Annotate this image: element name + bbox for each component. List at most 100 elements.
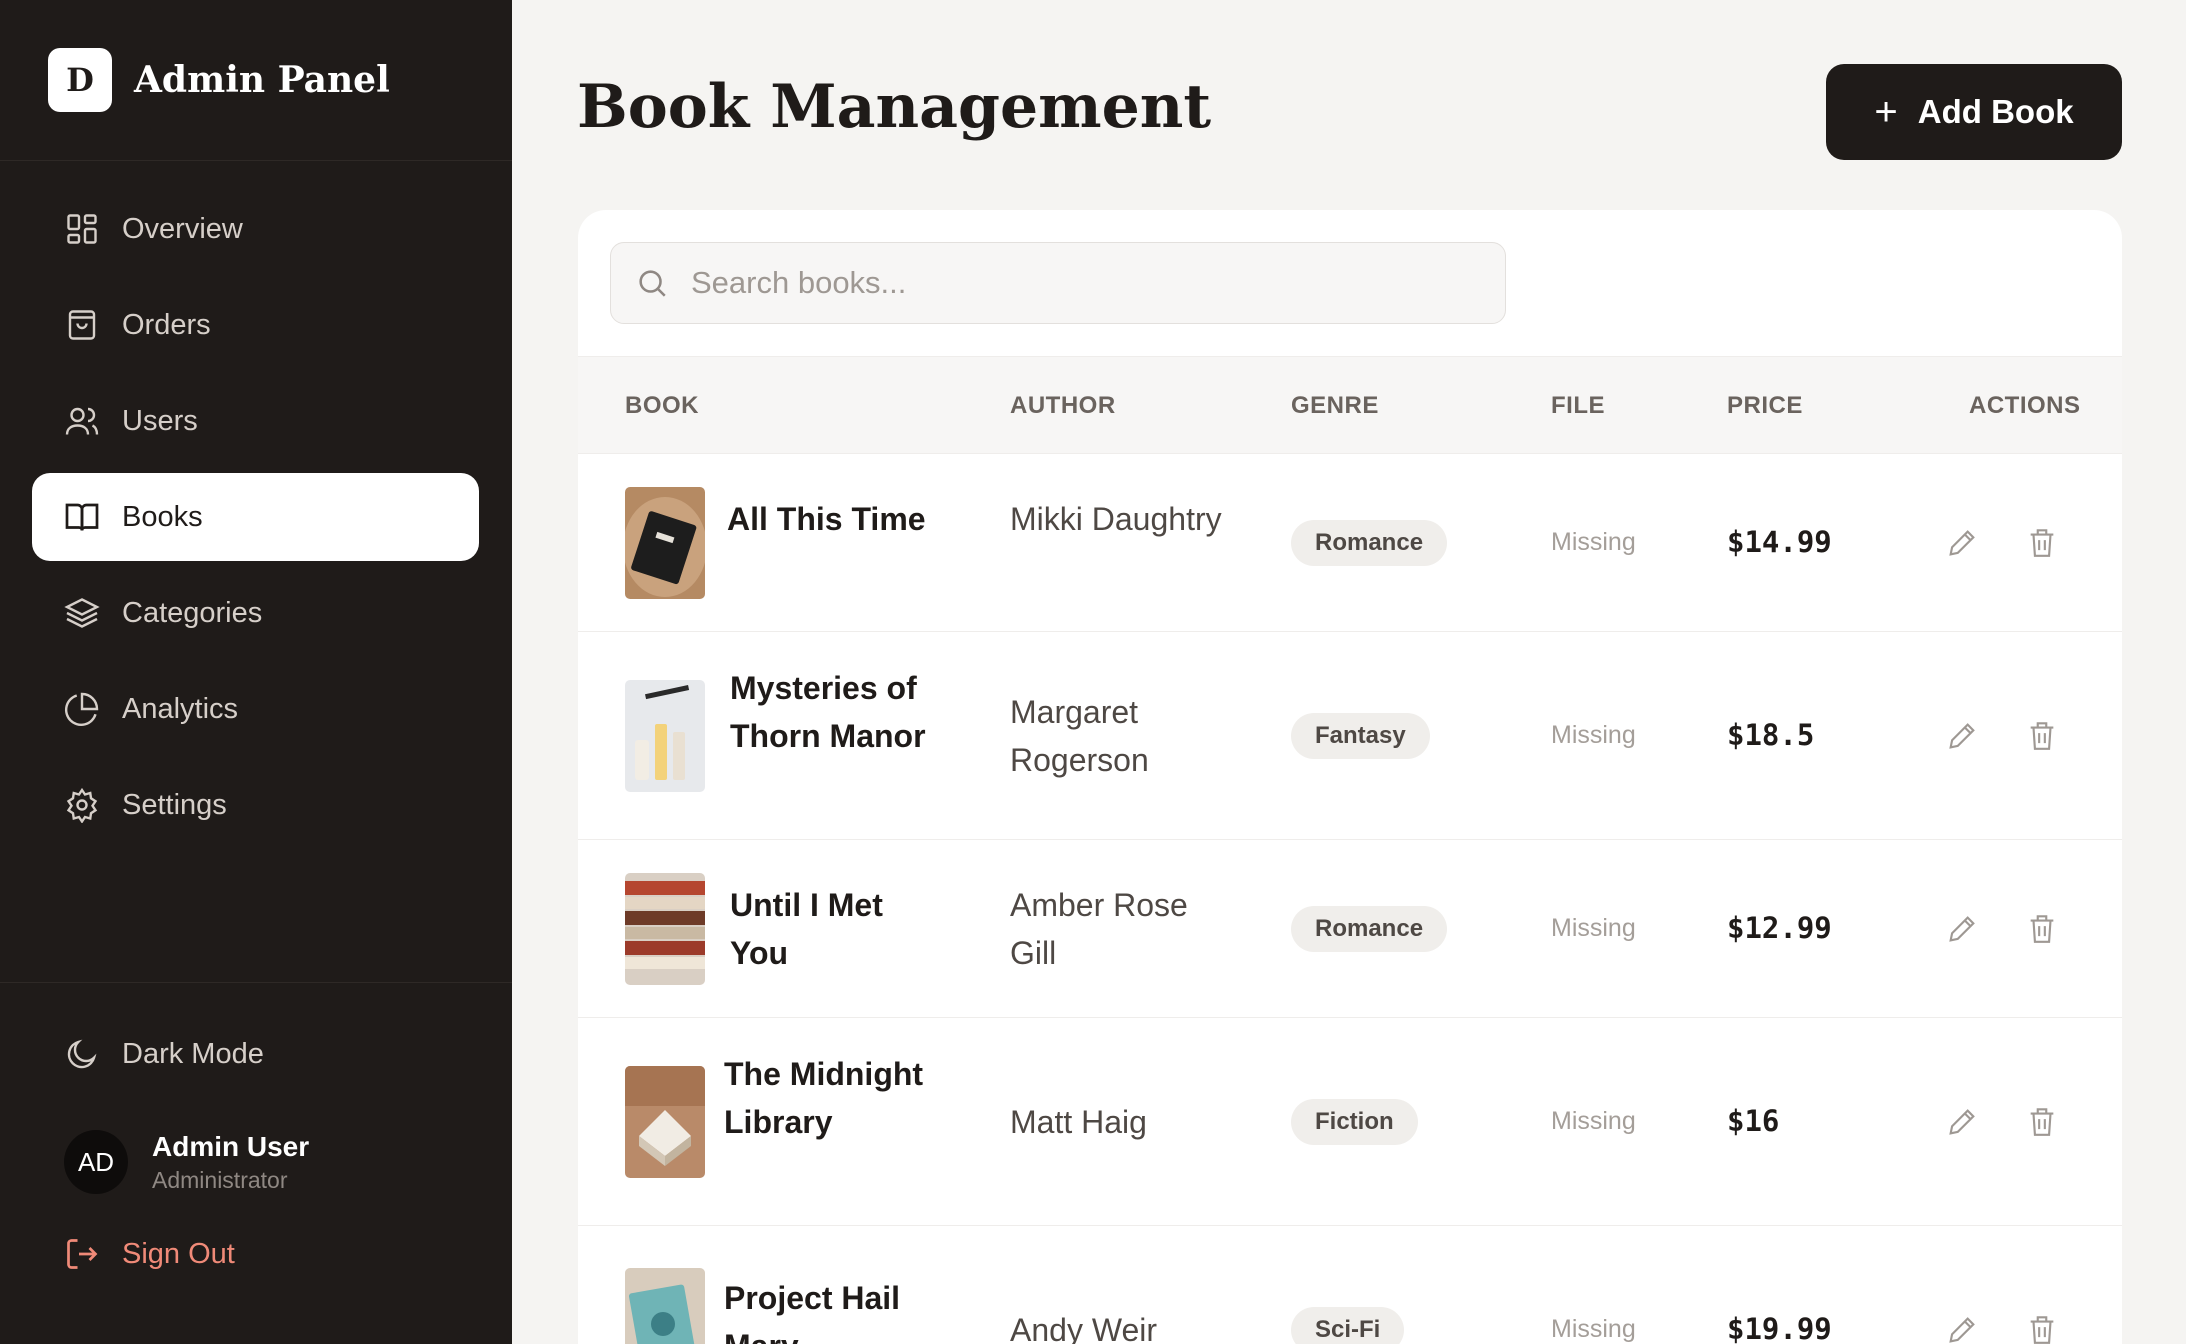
add-book-button[interactable]: + Add Book [1826,64,2122,160]
sidebar-item-books[interactable]: Books [32,473,479,561]
book-cover [625,873,705,985]
book-author: Andy Weir [1010,1312,1158,1344]
book-title: Project Hail Mary [724,1280,901,1344]
delete-button[interactable] [2024,911,2060,947]
user-name: Admin User [152,1130,310,1162]
book-author: Margaret Rogerson [1010,694,1149,778]
file-status: Missing [1551,1107,1636,1135]
edit-button[interactable] [1944,911,1980,947]
trash-icon [2030,1108,2054,1136]
edit-button[interactable] [1944,1104,1980,1140]
file-status: Missing [1551,1315,1636,1343]
search-box[interactable] [610,242,1506,324]
trash-icon [2030,529,2054,557]
sidebar-item-analytics[interactable]: Analytics [32,665,479,753]
sidebar-item-users[interactable]: Users [32,377,479,465]
column-header-author[interactable]: AUTHOR [1010,357,1116,455]
users-icon [64,403,100,439]
sidebar-item-label: Analytics [122,692,239,725]
sign-out-button[interactable]: Sign Out [64,1236,235,1272]
sidebar-divider [0,982,512,983]
genre-badge: Fiction [1291,1099,1418,1145]
grid-icon [64,211,100,247]
column-header-price[interactable]: PRICE [1727,357,1803,455]
trash-icon [2030,1316,2054,1344]
genre-badge: Romance [1291,906,1448,952]
log-out-icon [64,1236,100,1272]
layers-icon [64,595,100,631]
table-row[interactable]: Until I Met You Amber Rose Gill Romance … [578,840,2122,1018]
sidebar-item-label: Users [122,404,198,437]
column-header-actions: ACTIONS [1969,392,2081,419]
search-icon [639,270,666,297]
book-author: Matt Haig [1010,1104,1147,1140]
sidebar-item-label: Overview [122,212,243,245]
brand-logo: D [48,48,112,112]
sidebar-item-categories[interactable]: Categories [32,569,479,657]
user-info: Admin User Administrator [152,1131,309,1194]
book-author: Mikki Daughtry [1010,501,1222,537]
column-header-book[interactable]: BOOK [625,357,699,455]
user-role: Administrator [152,1166,288,1193]
pencil-icon [1949,530,1975,556]
delete-button[interactable] [2024,525,2060,561]
user-profile[interactable]: AD Admin User Administrator [64,1130,309,1194]
book-cover [625,487,705,599]
edit-button[interactable] [1944,1312,1980,1344]
pie-chart-icon [64,691,100,727]
sidebar-item-label: Orders [122,308,211,341]
genre-badge: Romance [1291,520,1448,566]
avatar: AD [64,1130,128,1194]
book-price: $12.99 [1727,911,1832,945]
delete-button[interactable] [2024,1312,2060,1344]
file-status: Missing [1551,914,1636,942]
trash-icon [2030,915,2054,943]
sidebar-item-label: Settings [122,788,227,821]
delete-button[interactable] [2024,1104,2060,1140]
pencil-icon [1949,1109,1975,1135]
book-cover [625,1268,705,1344]
book-price: $18.5 [1727,718,1815,752]
sidebar-item-settings[interactable]: Settings [32,761,479,849]
sidebar-item-overview[interactable]: Overview [32,185,479,273]
file-status: Missing [1551,528,1636,556]
pencil-icon [1949,916,1975,942]
book-cover [625,1066,705,1178]
books-table-card: BOOK AUTHOR GENRE FILE PRICE ACTIONS All… [578,210,2122,1344]
plus-icon: + [1874,90,1898,134]
moon-icon [64,1036,100,1072]
file-status: Missing [1551,721,1636,749]
gear-icon [64,787,100,823]
edit-button[interactable] [1944,718,1980,754]
book-price: $19.99 [1727,1312,1832,1344]
brand-title: Admin Panel [134,59,390,101]
edit-button[interactable] [1944,525,1980,561]
dark-mode-label: Dark Mode [122,1037,264,1070]
column-header-genre[interactable]: GENRE [1291,357,1379,455]
sidebar: D Admin Panel Overview Orders Users Book… [0,0,512,1344]
genre-badge: Fantasy [1291,713,1430,759]
table-row[interactable]: Project Hail Mary Andy Weir Sci-Fi Missi… [578,1226,2122,1344]
book-price: $16 [1727,1104,1780,1138]
search-input[interactable] [691,265,1491,301]
table-row[interactable]: All This Time Mikki Daughtry Romance Mis… [578,454,2122,632]
sidebar-item-label: Categories [122,596,263,629]
sidebar-nav: Overview Orders Users Books Categories A… [0,161,512,849]
book-author: Amber Rose Gill [1010,887,1188,971]
trash-icon [2030,722,2054,750]
table-row[interactable]: The Midnight Library Matt Haig Fiction M… [578,1018,2122,1226]
book-title: Mysteries of Thorn Manor [730,670,926,754]
column-header-file[interactable]: FILE [1551,357,1605,455]
pencil-icon [1949,1317,1975,1343]
sign-out-label: Sign Out [122,1237,235,1270]
book-title: The Midnight Library [724,1056,924,1140]
table-row[interactable]: Mysteries of Thorn Manor Margaret Rogers… [578,632,2122,840]
table-header: BOOK AUTHOR GENRE FILE PRICE ACTIONS [578,356,2122,454]
book-cover [625,680,705,792]
sidebar-item-orders[interactable]: Orders [32,281,479,369]
page-title: Book Management [577,72,1212,142]
dark-mode-toggle[interactable]: Dark Mode [32,1010,264,1098]
book-price: $14.99 [1727,525,1832,559]
add-book-label: Add Book [1917,93,2074,130]
delete-button[interactable] [2024,718,2060,754]
